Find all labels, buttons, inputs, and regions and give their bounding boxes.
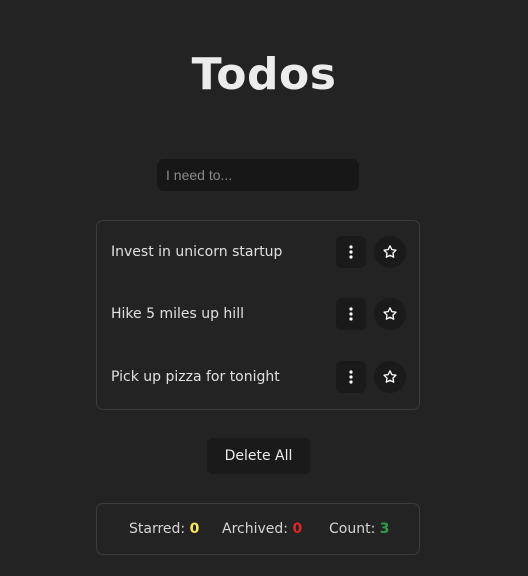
new-todo-input[interactable] bbox=[157, 159, 359, 191]
archived-stat: Archived: 0 bbox=[222, 504, 302, 554]
stats-bar: Starred: 0 Archived: 0 Count: 3 bbox=[96, 503, 420, 555]
todo-label: Invest in unicorn startup bbox=[111, 244, 283, 260]
vertical-dots-icon bbox=[349, 370, 353, 384]
todo-star-button[interactable] bbox=[374, 298, 406, 330]
starred-count: 0 bbox=[189, 521, 200, 537]
star-outline-icon bbox=[383, 370, 397, 383]
todo-list: Invest in unicorn startup Hike 5 miles u… bbox=[96, 220, 420, 410]
todo-star-button[interactable] bbox=[374, 236, 406, 268]
count-stat: Count: 3 bbox=[329, 504, 390, 554]
todo-item: Invest in unicorn startup bbox=[97, 235, 419, 269]
archived-label: Archived: bbox=[222, 521, 288, 537]
todo-menu-button[interactable] bbox=[336, 361, 366, 393]
todo-star-button[interactable] bbox=[374, 361, 406, 393]
star-outline-icon bbox=[383, 245, 397, 258]
count-value: 3 bbox=[379, 521, 390, 537]
todo-app: Todos Invest in unicorn startup Hike 5 m… bbox=[0, 0, 528, 576]
delete-all-button[interactable]: Delete All bbox=[207, 438, 310, 474]
star-outline-icon bbox=[383, 307, 397, 320]
starred-label: Starred: bbox=[129, 521, 186, 537]
starred-stat: Starred: 0 bbox=[129, 504, 199, 554]
todo-label: Pick up pizza for tonight bbox=[111, 369, 280, 385]
todo-item: Hike 5 miles up hill bbox=[97, 297, 419, 331]
vertical-dots-icon bbox=[349, 307, 353, 321]
page-title: Todos bbox=[191, 49, 337, 100]
todo-item: Pick up pizza for tonight bbox=[97, 360, 419, 394]
count-label: Count: bbox=[329, 521, 376, 537]
todo-label: Hike 5 miles up hill bbox=[111, 306, 244, 322]
todo-menu-button[interactable] bbox=[336, 236, 366, 268]
todo-menu-button[interactable] bbox=[336, 298, 366, 330]
archived-count: 0 bbox=[292, 521, 303, 537]
vertical-dots-icon bbox=[349, 245, 353, 259]
